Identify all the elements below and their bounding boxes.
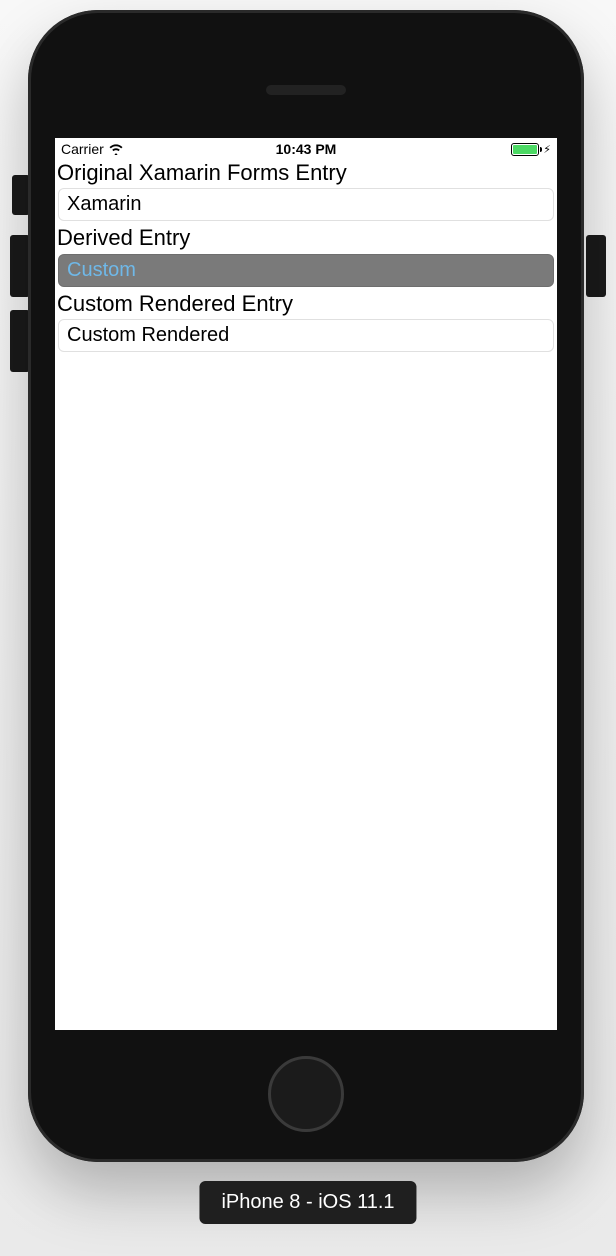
original-entry-field[interactable] [58,188,554,221]
derived-entry-label: Derived Entry [55,225,557,253]
volume-down-button [10,310,30,372]
original-entry-label: Original Xamarin Forms Entry [55,160,557,188]
phone-screen: Carrier 10:43 PM ⚡︎ [55,138,557,1030]
wifi-icon [108,143,124,155]
page-content: Original Xamarin Forms Entry Derived Ent… [55,160,557,356]
custom-rendered-entry-label: Custom Rendered Entry [55,291,557,319]
derived-entry-field[interactable] [58,254,554,287]
status-left: Carrier [61,141,124,157]
charging-icon: ⚡︎ [543,143,551,156]
phone-speaker [266,85,346,95]
home-button[interactable] [268,1056,344,1132]
simulator-canvas: Carrier 10:43 PM ⚡︎ [0,0,616,1256]
status-time: 10:43 PM [276,141,337,157]
status-bar: Carrier 10:43 PM ⚡︎ [55,138,557,160]
status-right: ⚡︎ [511,143,551,156]
custom-rendered-entry-field[interactable] [58,319,554,352]
carrier-label: Carrier [61,141,104,157]
volume-up-button [10,235,30,297]
battery-icon [511,143,539,156]
power-button [586,235,606,297]
phone-frame: Carrier 10:43 PM ⚡︎ [28,10,584,1162]
battery-fill [513,145,537,154]
device-label-pill: iPhone 8 - iOS 11.1 [199,1181,416,1224]
